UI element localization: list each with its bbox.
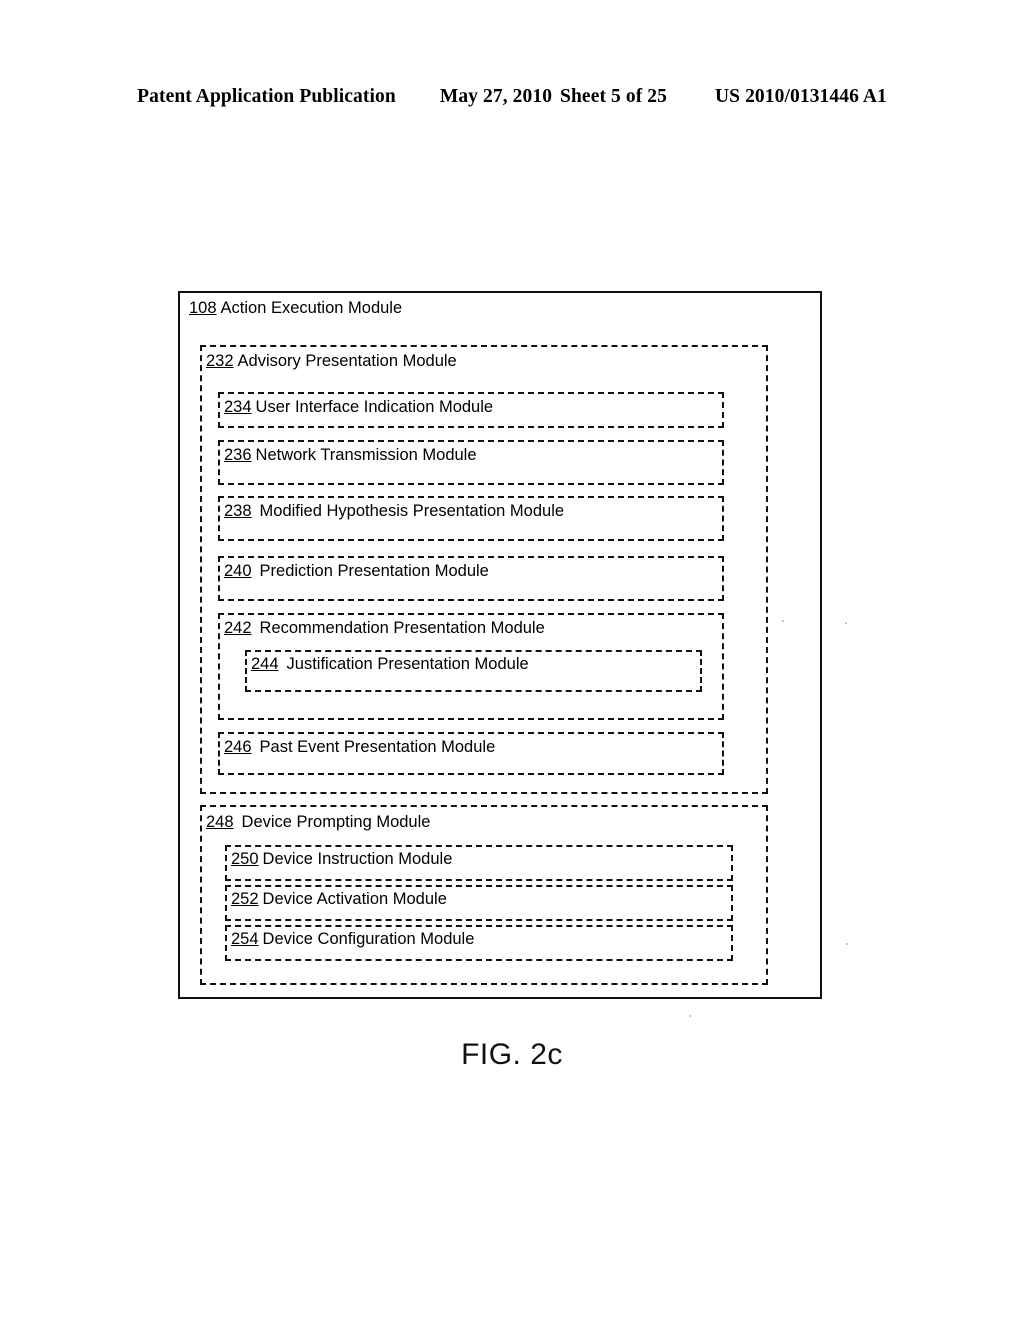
figure-caption: FIG. 2c bbox=[461, 1038, 563, 1071]
module-label-242: 242 Recommendation Presentation Module bbox=[224, 619, 545, 638]
module-number-240: 240 bbox=[224, 562, 252, 580]
module-label-246: 246 Past Event Presentation Module bbox=[224, 738, 495, 757]
module-number-232: 232 bbox=[206, 352, 234, 370]
module-label-252: 252 Device Activation Module bbox=[231, 890, 447, 909]
scan-speck bbox=[846, 943, 848, 945]
module-label-238: 238 Modified Hypothesis Presentation Modu… bbox=[224, 502, 564, 521]
module-title-108: Action Execution Module bbox=[220, 299, 403, 317]
module-number-242: 242 bbox=[224, 619, 252, 637]
module-number-252: 252 bbox=[231, 890, 259, 908]
module-label-108: 108 Action Execution Module bbox=[189, 299, 402, 318]
module-title-254: Device Configuration Module bbox=[262, 930, 475, 948]
module-title-242: Recommendation Presentation Module bbox=[259, 619, 545, 637]
figure-2c: 108 Action Execution Module 232 Advisory P… bbox=[0, 0, 1024, 1320]
module-label-236: 236 Network Transmission Module bbox=[224, 446, 477, 465]
module-label-232: 232 Advisory Presentation Module bbox=[206, 352, 457, 371]
module-label-250: 250 Device Instruction Module bbox=[231, 850, 452, 869]
module-title-238: Modified Hypothesis Presentation Module bbox=[259, 502, 565, 520]
module-number-250: 250 bbox=[231, 850, 259, 868]
module-title-246: Past Event Presentation Module bbox=[259, 738, 496, 756]
module-label-240: 240 Prediction Presentation Module bbox=[224, 562, 489, 581]
module-number-234: 234 bbox=[224, 398, 252, 416]
module-number-238: 238 bbox=[224, 502, 252, 520]
scan-speck bbox=[845, 622, 847, 624]
module-number-248: 248 bbox=[206, 813, 234, 831]
module-label-244: 244 Justification Presentation Module bbox=[251, 655, 529, 674]
module-title-252: Device Activation Module bbox=[262, 890, 447, 908]
module-title-232: Advisory Presentation Module bbox=[237, 352, 457, 370]
module-number-108: 108 bbox=[189, 299, 217, 317]
scan-speck bbox=[689, 1015, 691, 1017]
module-title-248: Device Prompting Module bbox=[241, 813, 431, 831]
module-title-250: Device Instruction Module bbox=[262, 850, 453, 868]
module-number-244: 244 bbox=[251, 655, 279, 673]
module-number-254: 254 bbox=[231, 930, 259, 948]
module-label-254: 254 Device Configuration Module bbox=[231, 930, 474, 949]
module-label-248: 248 Device Prompting Module bbox=[206, 813, 430, 832]
module-title-234: User Interface Indication Module bbox=[255, 398, 494, 416]
scan-speck bbox=[782, 620, 784, 622]
module-title-236: Network Transmission Module bbox=[255, 446, 477, 464]
module-number-246: 246 bbox=[224, 738, 252, 756]
module-label-234: 234 User Interface Indication Module bbox=[224, 398, 493, 417]
module-title-244: Justification Presentation Module bbox=[286, 655, 529, 673]
module-title-240: Prediction Presentation Module bbox=[259, 562, 489, 580]
module-number-236: 236 bbox=[224, 446, 252, 464]
